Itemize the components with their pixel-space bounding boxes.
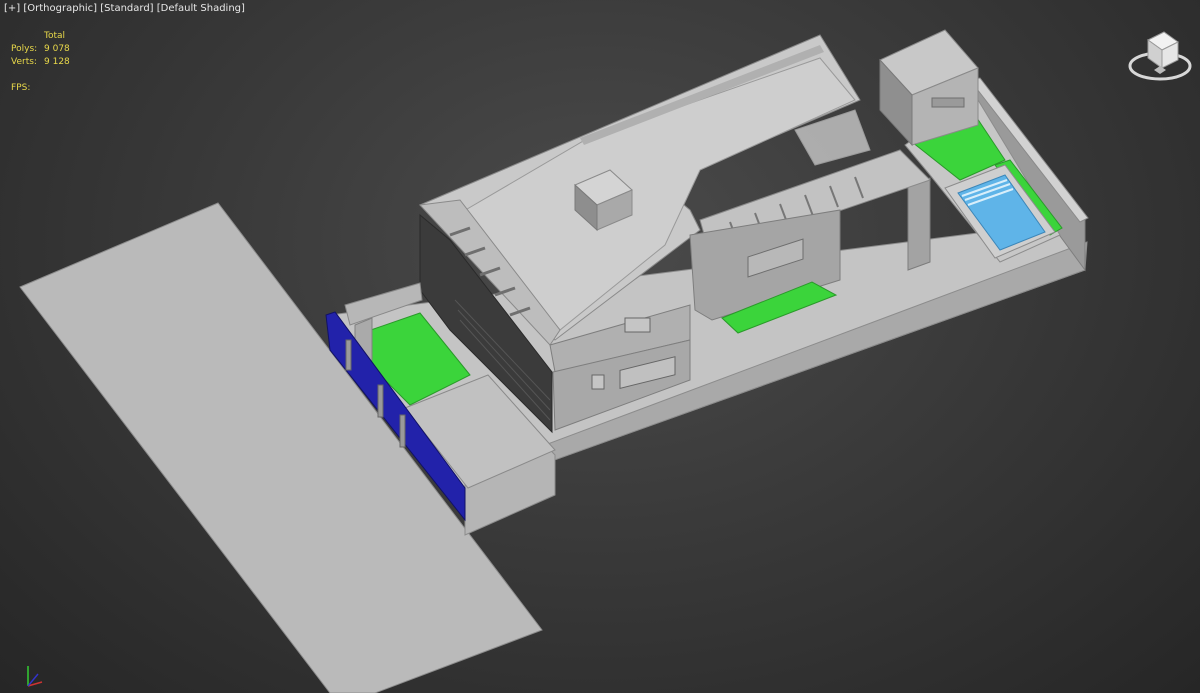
axis-gizmo-icon (27, 666, 43, 687)
viewport-3d[interactable]: [+] [Orthographic] [Standard] [Default S… (0, 0, 1200, 693)
annex-window (931, 97, 965, 108)
upper-window-small (624, 317, 651, 333)
house-model[interactable] (0, 0, 1200, 693)
front-window-small (591, 374, 605, 390)
viewcube-icon[interactable] (1124, 22, 1194, 82)
pergola-column (907, 177, 931, 271)
